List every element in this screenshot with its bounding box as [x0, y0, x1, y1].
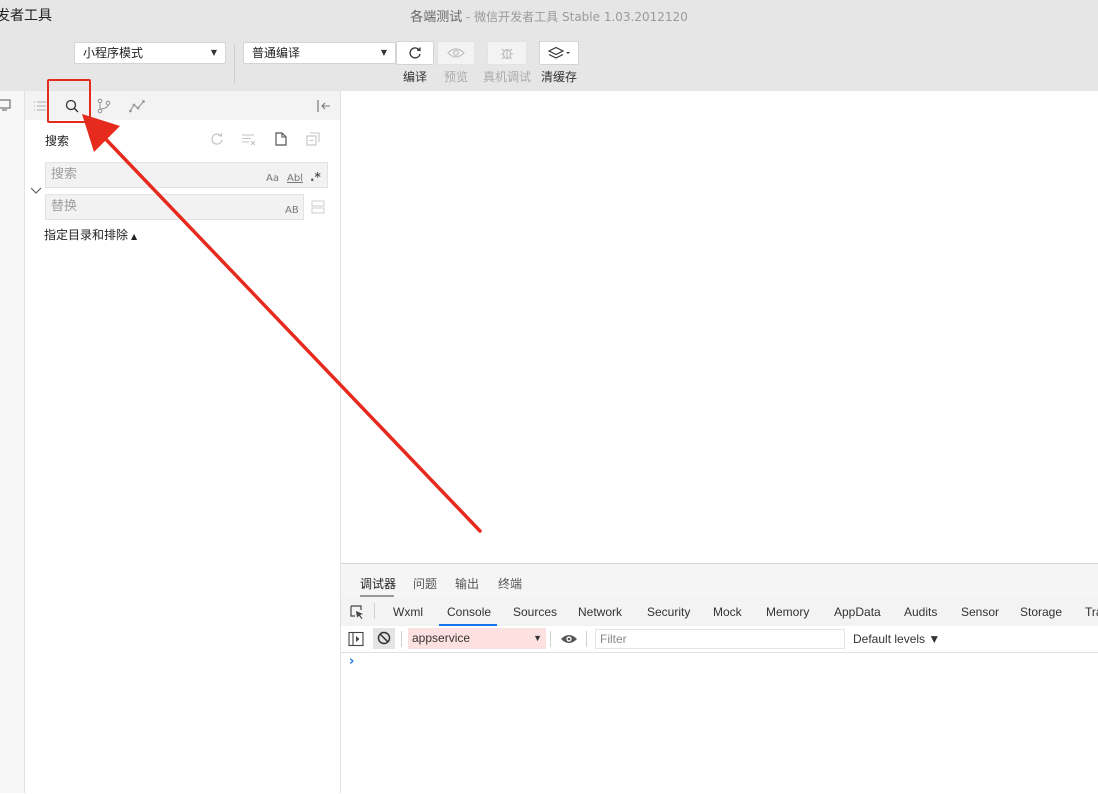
caret-up-icon: ▲	[131, 232, 138, 241]
refresh-results-button[interactable]	[209, 131, 225, 147]
devtools-panel: 调试器 问题 输出 终端 Wxml Console Sources Networ…	[341, 563, 1098, 794]
caret-down-icon: ▼	[210, 48, 217, 57]
search-tab-highlight-box	[47, 79, 91, 123]
collapse-sidebar-icon	[317, 100, 330, 112]
simulator-icon[interactable]	[0, 98, 12, 112]
tab-mock[interactable]: Mock	[713, 605, 742, 619]
clear-cache-button[interactable]	[539, 41, 579, 65]
tab-debug[interactable]	[128, 97, 146, 115]
new-search-editor-button[interactable]	[273, 131, 289, 147]
replace-input-box[interactable]: AB	[45, 194, 304, 220]
search-input[interactable]	[51, 167, 231, 182]
tab-output[interactable]: 输出	[455, 575, 479, 592]
toolbar-divider	[586, 631, 587, 647]
console-prompt[interactable]: ›	[349, 654, 354, 669]
mode-select-value: 小程序模式	[83, 46, 144, 60]
real-device-debug-label: 真机调试	[482, 70, 531, 84]
search-panel-title: 搜索	[45, 134, 70, 148]
compile-label: 编译	[402, 70, 427, 84]
inspect-element-icon[interactable]	[350, 605, 365, 620]
toolbar-divider	[401, 631, 402, 647]
mode-select[interactable]: 小程序模式 ▼	[74, 42, 226, 64]
include-exclude-label: 指定目录和排除	[44, 228, 129, 242]
devtools-top-tabs: 调试器 问题 输出 终端	[341, 564, 1098, 598]
compile-select[interactable]: 普通编译 ▼	[243, 42, 396, 64]
console-filter-input[interactable]	[600, 630, 840, 648]
tab-security[interactable]: Security	[647, 605, 690, 619]
new-file-icon	[275, 132, 287, 146]
active-tab-indicator	[360, 595, 394, 597]
preview-label: 预览	[443, 70, 468, 84]
tab-sources[interactable]: Sources	[513, 605, 557, 619]
tab-trace[interactable]: Tra	[1085, 605, 1098, 619]
preserve-case-toggle[interactable]: AB	[285, 199, 299, 223]
tab-sensor[interactable]: Sensor	[961, 605, 999, 619]
toggle-replace-chevron-icon[interactable]	[30, 185, 42, 198]
title-toolbar: 发者工具 各端测试 - 微信开发者工具 Stable 1.03.2012120 …	[0, 0, 1098, 91]
caret-down-icon: ▼	[380, 48, 387, 57]
bug-icon	[501, 48, 513, 60]
context-select[interactable]: appservice ▼	[408, 628, 546, 649]
block-icon	[377, 631, 391, 645]
toolbar-divider	[550, 631, 551, 647]
tab-terminal[interactable]: 终端	[498, 575, 522, 592]
compile-select-value: 普通编译	[252, 46, 301, 60]
tab-network[interactable]: Network	[578, 605, 622, 619]
regex-toggle[interactable]: .*	[310, 165, 321, 189]
collapse-panel-button[interactable]	[315, 97, 333, 115]
window-title: 各端测试 - 微信开发者工具 Stable 1.03.2012120	[0, 6, 1098, 25]
layers-icon	[547, 46, 570, 59]
context-select-value: appservice	[412, 631, 471, 645]
refresh-icon	[409, 47, 421, 59]
chart-line-icon	[129, 100, 145, 113]
tab-audits[interactable]: Audits	[904, 605, 937, 619]
match-case-toggle[interactable]: Aa	[266, 167, 279, 191]
list-icon	[34, 101, 46, 111]
search-input-box[interactable]: Aa Abl .*	[45, 162, 328, 188]
preview-button[interactable]	[437, 41, 475, 65]
tab-problems[interactable]: 问题	[413, 575, 437, 592]
whole-word-toggle[interactable]: Abl	[287, 167, 303, 191]
tab-debugger[interactable]: 调试器	[360, 575, 396, 592]
real-device-debug-button[interactable]	[487, 41, 527, 65]
activity-strip	[0, 91, 25, 793]
tab-source-control[interactable]	[95, 97, 113, 115]
clear-all-icon	[242, 134, 256, 146]
collapse-all-button[interactable]	[305, 131, 321, 147]
clear-cache-label: 清缓存	[540, 70, 577, 84]
replace-input[interactable]	[51, 199, 231, 214]
console-filter-box[interactable]	[595, 629, 845, 649]
window-title-app: - 微信开发者工具 Stable 1.03.2012120	[462, 10, 688, 24]
show-sidebar-icon[interactable]	[348, 631, 364, 647]
panel-tab-bar	[25, 79, 340, 123]
tab-memory[interactable]: Memory	[766, 605, 809, 619]
eye-icon	[447, 48, 465, 58]
tab-console[interactable]: Console	[447, 605, 491, 619]
eye-icon[interactable]	[560, 633, 578, 645]
devtools-tab-bar: Wxml Console Sources Network Security Mo…	[341, 598, 1098, 627]
collapse-all-icon	[306, 132, 320, 146]
log-levels-select[interactable]: Default levels ▼	[853, 632, 940, 646]
toolbar-divider	[374, 603, 375, 619]
tab-wxml[interactable]: Wxml	[393, 605, 423, 619]
tab-appdata[interactable]: AppData	[834, 605, 881, 619]
clear-results-button[interactable]	[241, 131, 257, 147]
compile-button[interactable]	[396, 41, 434, 65]
clear-console-button[interactable]	[373, 628, 395, 649]
git-branch-icon	[97, 98, 111, 114]
replace-all-icon[interactable]	[311, 200, 325, 214]
window-title-project: 各端测试	[410, 10, 463, 25]
tab-storage[interactable]: Storage	[1020, 605, 1062, 619]
include-exclude-toggle[interactable]: 指定目录和排除 ▲	[44, 226, 137, 243]
search-panel: 搜索 Aa Abl .* AB	[25, 79, 341, 793]
toolbar-divider	[234, 44, 235, 84]
refresh-icon	[211, 133, 223, 145]
console-toolbar: appservice ▼ Default levels ▼	[341, 626, 1098, 653]
caret-down-icon: ▼	[533, 633, 542, 643]
